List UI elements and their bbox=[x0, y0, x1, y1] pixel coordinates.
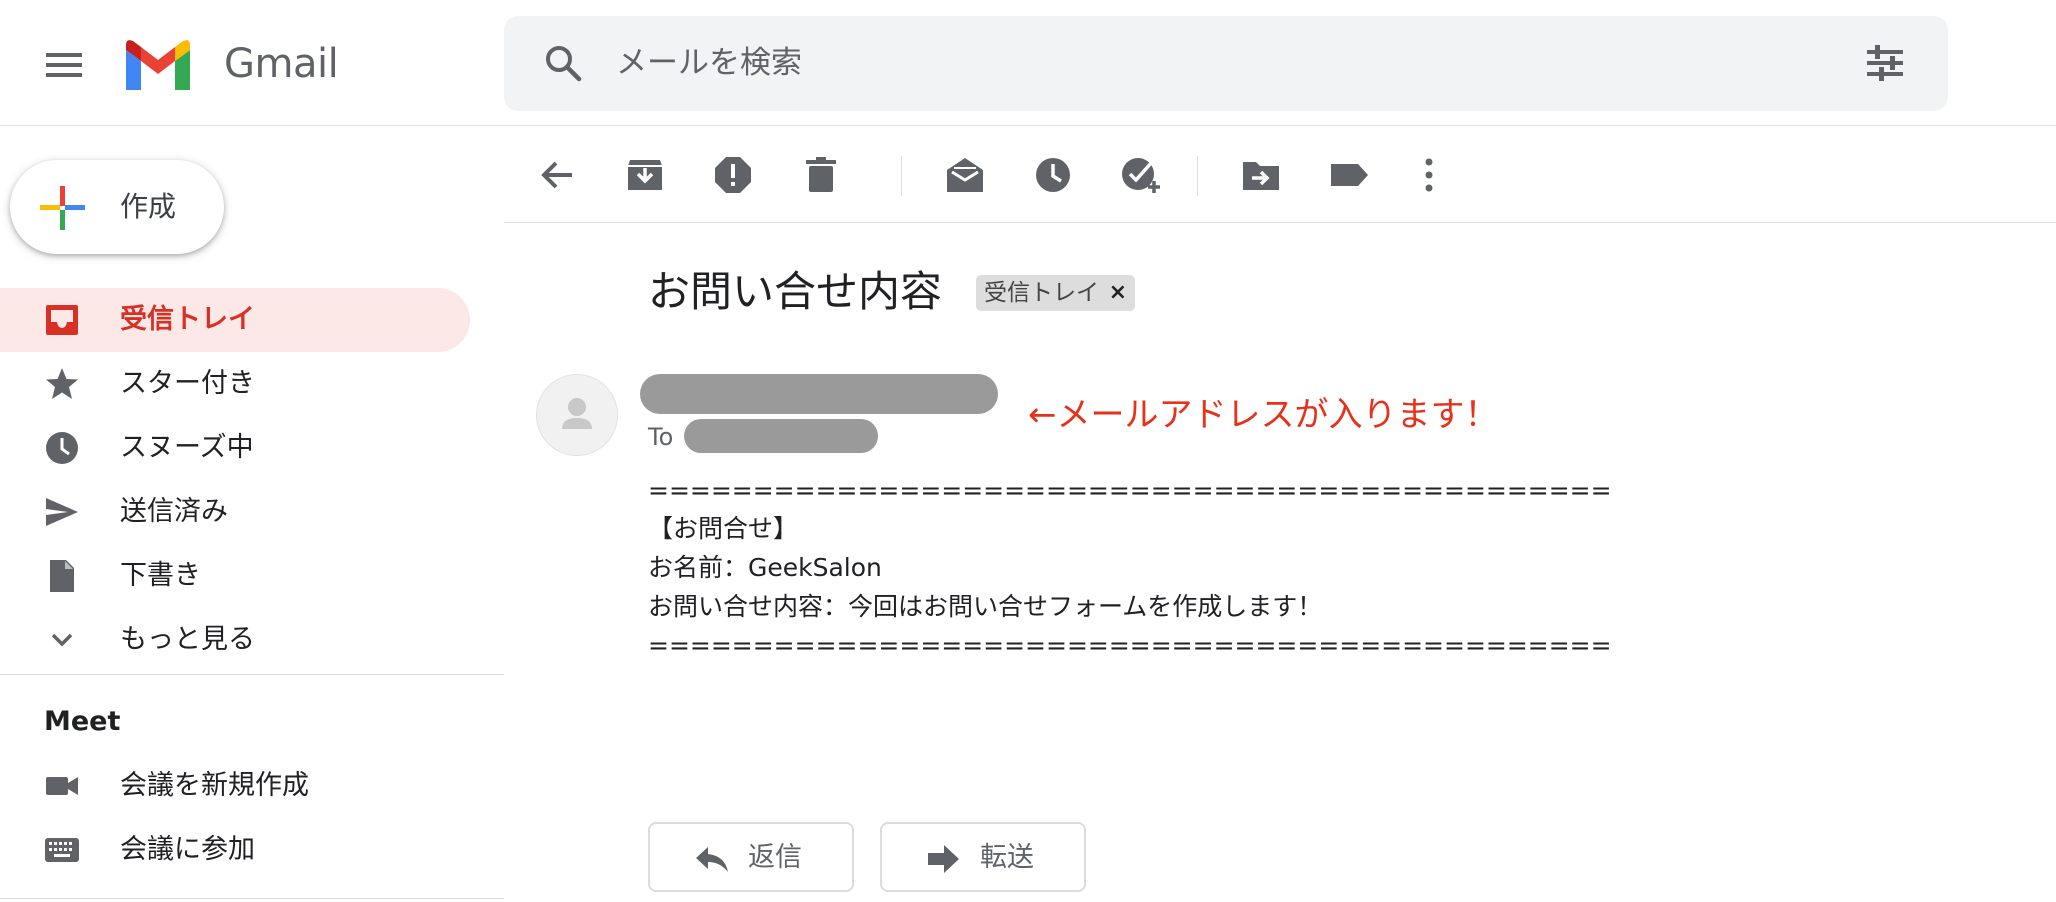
main-menu-icon[interactable] bbox=[42, 45, 86, 85]
inbox-label-chip[interactable]: 受信トレイ × bbox=[976, 275, 1135, 311]
sidebar-item-label: もっと見る bbox=[120, 624, 255, 655]
move-to-icon[interactable] bbox=[1240, 154, 1282, 196]
sidebar-item-snoozed[interactable]: スヌーズ中 bbox=[0, 416, 470, 480]
sidebar-item-label: スヌーズ中 bbox=[120, 432, 254, 463]
body-line: お名前：GeekSalon bbox=[648, 553, 882, 582]
message-toolbar bbox=[504, 126, 2056, 223]
sidebar-divider bbox=[0, 898, 504, 899]
forward-button[interactable]: 転送 bbox=[880, 822, 1086, 892]
delete-icon[interactable] bbox=[800, 154, 842, 196]
clock-icon bbox=[44, 430, 80, 466]
videocam-icon bbox=[44, 768, 80, 804]
sidebar-item-more[interactable]: もっと見る bbox=[0, 608, 470, 672]
email-address-annotation: ←メールアドレスが入ります！ bbox=[1028, 395, 1499, 435]
forward-icon bbox=[926, 841, 962, 877]
sidebar-item-label: スター付き bbox=[120, 368, 255, 399]
recipient-redacted bbox=[684, 419, 878, 453]
sidebar-item-starred[interactable]: スター付き bbox=[0, 352, 470, 416]
sidebar-item-drafts[interactable]: 下書き bbox=[0, 544, 470, 608]
body-line: お問い合せ内容：今回はお問い合せフォームを作成します！ bbox=[648, 592, 1323, 621]
search-icon[interactable] bbox=[542, 42, 584, 84]
compose-plus-icon bbox=[38, 184, 86, 232]
search-bar[interactable]: メールを検索 bbox=[504, 16, 1948, 111]
mark-unread-icon[interactable] bbox=[944, 154, 986, 196]
sidebar-item-label: 受信トレイ bbox=[120, 304, 255, 335]
sidebar-divider bbox=[0, 674, 504, 675]
send-icon bbox=[44, 494, 80, 530]
sender-redacted bbox=[640, 374, 998, 414]
search-options-icon[interactable] bbox=[1864, 42, 1906, 84]
label-chip-text: 受信トレイ bbox=[984, 280, 1099, 306]
chevron-down-icon bbox=[44, 622, 80, 658]
keyboard-icon bbox=[44, 832, 80, 868]
forward-label: 転送 bbox=[980, 842, 1034, 873]
meet-join-meeting[interactable]: 会議に参加 bbox=[0, 818, 470, 882]
app-name: Gmail bbox=[224, 41, 339, 87]
body-line: 【お問合せ】 bbox=[648, 514, 799, 543]
draft-icon bbox=[44, 558, 80, 594]
gmail-logo-icon[interactable] bbox=[121, 36, 195, 92]
sidebar-item-sent[interactable]: 送信済み bbox=[0, 480, 470, 544]
add-to-tasks-icon[interactable] bbox=[1120, 154, 1162, 196]
toolbar-separator bbox=[1197, 156, 1198, 196]
more-vert-icon[interactable] bbox=[1408, 154, 1450, 196]
reply-button[interactable]: 返信 bbox=[648, 822, 854, 892]
reply-label: 返信 bbox=[748, 842, 802, 873]
compose-button[interactable]: 作成 bbox=[10, 160, 224, 254]
body-line: ========================================… bbox=[648, 631, 1612, 660]
star-icon bbox=[44, 366, 80, 402]
body-line: ========================================… bbox=[648, 476, 1612, 505]
sidebar-item-label: 会議を新規作成 bbox=[120, 770, 309, 801]
reply-icon bbox=[694, 841, 730, 877]
top-header: Gmail メールを検索 bbox=[0, 0, 2056, 126]
inbox-icon bbox=[44, 302, 80, 338]
snooze-icon[interactable] bbox=[1032, 154, 1074, 196]
sidebar-item-label: 下書き bbox=[120, 560, 201, 591]
recipient-to-label: To bbox=[648, 423, 674, 451]
sidebar-item-label: 送信済み bbox=[120, 496, 228, 527]
compose-label: 作成 bbox=[120, 190, 177, 223]
message-subject: お問い合せ内容 bbox=[648, 267, 943, 316]
back-arrow-icon[interactable] bbox=[536, 154, 578, 196]
report-spam-icon[interactable] bbox=[712, 154, 754, 196]
remove-label-icon[interactable]: × bbox=[1109, 275, 1127, 311]
sidebar-item-inbox[interactable]: 受信トレイ bbox=[0, 288, 470, 352]
meet-section-title: Meet bbox=[44, 706, 121, 737]
sender-avatar[interactable] bbox=[536, 374, 618, 456]
sidebar-item-label: 会議に参加 bbox=[120, 834, 255, 865]
label-icon[interactable] bbox=[1328, 154, 1370, 196]
meet-new-meeting[interactable]: 会議を新規作成 bbox=[0, 754, 470, 818]
toolbar-separator bbox=[901, 156, 902, 196]
archive-icon[interactable] bbox=[624, 154, 666, 196]
search-input[interactable]: メールを検索 bbox=[616, 42, 802, 84]
